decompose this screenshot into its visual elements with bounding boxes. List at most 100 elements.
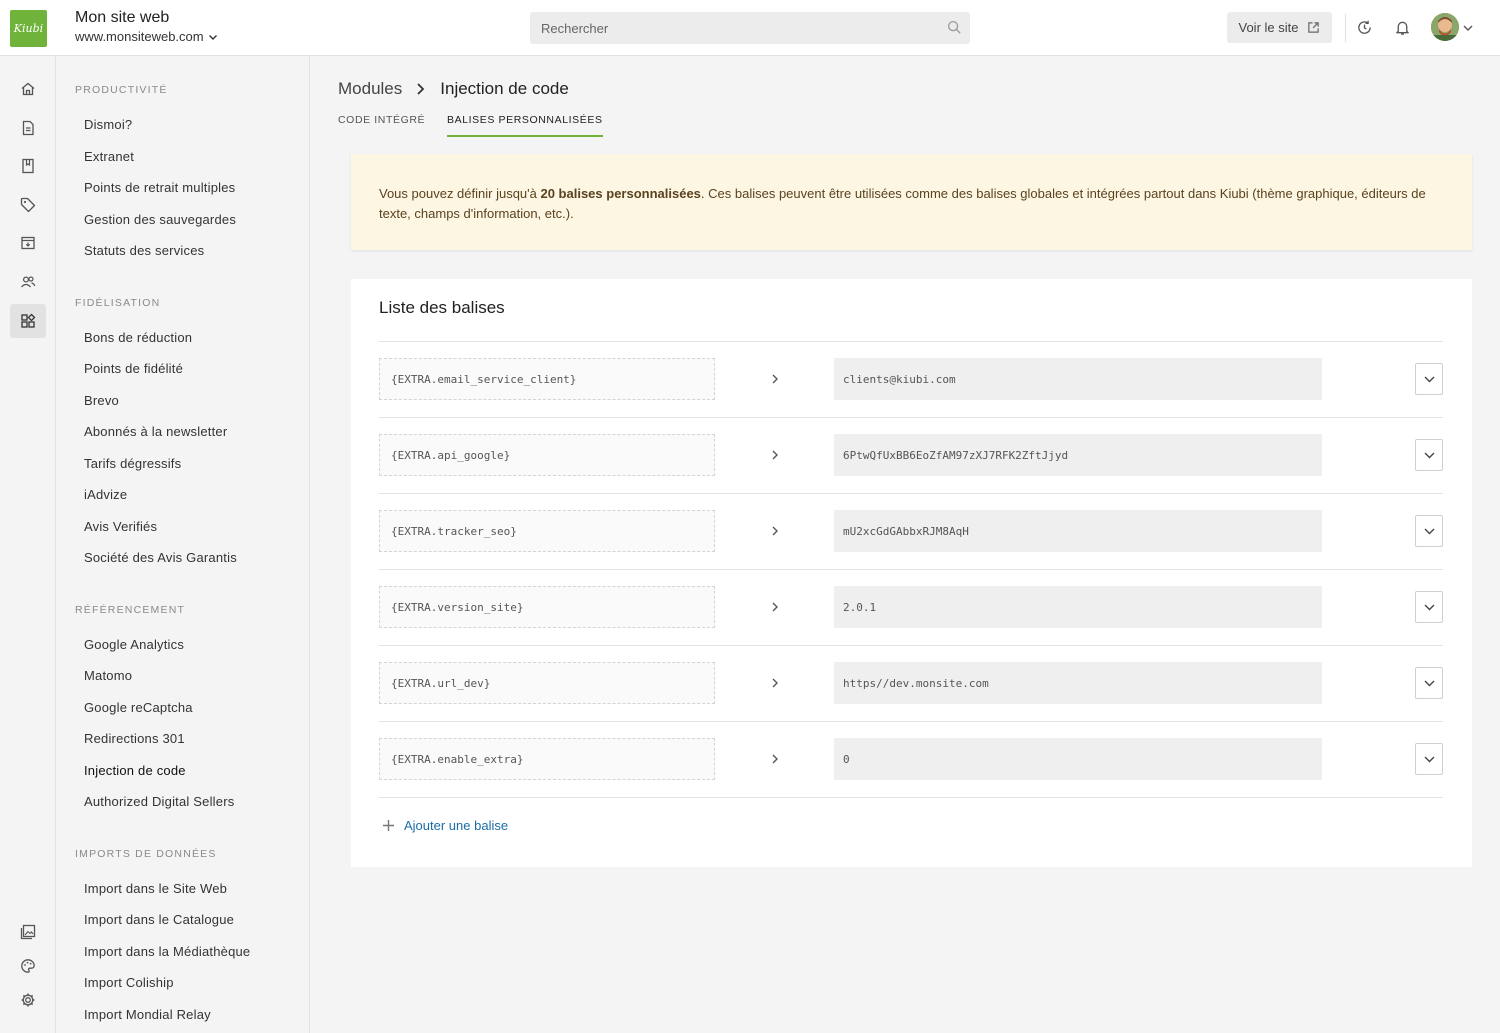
search-input[interactable] [530,12,970,44]
nav-item-bons-reduction[interactable]: Bons de réduction [84,330,192,345]
external-link-icon [1308,22,1320,33]
nav-section-imports: Imports de données [75,848,217,860]
info-notice: Vous pouvez définir jusqu'à 20 balises p… [351,154,1472,250]
plus-icon [383,820,394,831]
rail-modules[interactable] [10,304,46,338]
nav-item-matomo[interactable]: Matomo [84,668,132,683]
chevron-down-icon [1424,528,1434,534]
tag-options-button[interactable] [1415,515,1443,547]
rail-blog[interactable] [10,149,46,183]
nav-item-iadvize[interactable]: iAdvize [84,487,127,502]
nav-item-extranet[interactable]: Extranet [84,149,134,164]
main-content: Modules Injection de code Code intégré B… [310,56,1500,1033]
bell-icon[interactable] [1394,19,1411,36]
nav-item-newsletter[interactable]: Abonnés à la newsletter [84,424,227,439]
chevron-right-icon [772,374,778,384]
nav-item-points-fidelite[interactable]: Points de fidélité [84,361,183,376]
view-site-label: Voir le site [1238,20,1299,35]
nav-item-redirections[interactable]: Redirections 301 [84,731,185,746]
avatar-image [1431,13,1459,41]
page-title: Injection de code [440,79,569,98]
nav-section-productivite: Productivité [75,84,168,96]
tag-key-field[interactable]: {EXTRA.version_site} [379,586,715,628]
tag-key-field[interactable]: {EXTRA.api_google} [379,434,715,476]
rail-pages[interactable] [10,111,46,145]
breadcrumb-modules-link[interactable]: Modules [338,79,402,99]
rail-settings[interactable] [10,983,46,1017]
nav-item-brevo[interactable]: Brevo [84,393,119,408]
rail-theme[interactable] [10,949,46,983]
top-header: Kiubi Mon site web www.monsiteweb.com Vo… [0,0,1500,56]
tag-key-field[interactable]: {EXTRA.email_service_client} [379,358,715,400]
notice-text-before: Vous pouvez définir jusqu'à [379,186,541,201]
users-icon [21,276,36,288]
modules-icon [21,313,36,328]
chevron-right-icon [772,450,778,460]
chevron-down-icon [1424,680,1434,686]
nav-item-digital-sellers[interactable]: Authorized Digital Sellers [84,794,234,809]
nav-item-avis-verifies[interactable]: Avis Verifiés [84,519,157,534]
user-avatar[interactable] [1431,13,1459,41]
tag-key-field[interactable]: {EXTRA.tracker_seo} [379,510,715,552]
nav-item-google-analytics[interactable]: Google Analytics [84,637,184,652]
tag-options-button[interactable] [1415,439,1443,471]
chevron-right-icon [772,602,778,612]
nav-item-statuts[interactable]: Statuts des services [84,243,204,258]
chevron-right-icon [772,754,778,764]
nav-item-points-retrait[interactable]: Points de retrait multiples [84,180,235,195]
search-icon[interactable] [947,20,962,35]
nav-item-import-site[interactable]: Import dans le Site Web [84,881,227,896]
tag-row: {EXTRA.url_dev} https//dev.monsite.com [379,646,1443,722]
tab-balises-personnalisees[interactable]: Balises personnalisées [447,114,603,137]
chevron-down-icon [1424,376,1434,382]
nav-item-tarifs[interactable]: Tarifs dégressifs [84,456,181,471]
modules-nav-panel: Productivité Dismoi? Extranet Points de … [56,56,310,1033]
view-site-button[interactable]: Voir le site [1227,12,1332,43]
tag-value-field[interactable]: 6PtwQfUxBB6EoZfAM97zXJ7RFK2ZftJjyd [834,434,1322,476]
archive-icon [21,236,35,250]
user-menu-chevron-icon[interactable] [1463,24,1473,32]
nav-item-import-mondial-relay[interactable]: Import Mondial Relay [84,1007,211,1022]
nav-item-recaptcha[interactable]: Google reCaptcha [84,700,193,715]
card-title: Liste des balises [379,298,505,317]
tab-code-integre[interactable]: Code intégré [338,114,425,135]
rail-media[interactable] [10,915,46,949]
nav-item-sauvegardes[interactable]: Gestion des sauvegardes [84,212,236,227]
header-separator [1345,14,1346,42]
nav-item-injection-code[interactable]: Injection de code [84,763,186,778]
chevron-down-icon [1424,604,1434,610]
tag-options-button[interactable] [1415,363,1443,395]
tag-value-field[interactable]: clients@kiubi.com [834,358,1322,400]
rail-catalog[interactable] [10,188,46,222]
add-tag-label: Ajouter une balise [404,818,509,833]
rail-home[interactable] [10,72,46,106]
tag-value-field[interactable]: 2.0.1 [834,586,1322,628]
nav-item-avis-garantis[interactable]: Société des Avis Garantis [84,550,237,565]
chevron-down-icon [208,34,217,40]
nav-section-referencement: Référencement [75,604,186,616]
tag-options-button[interactable] [1415,591,1443,623]
divider [379,797,1443,798]
tag-row: {EXTRA.enable_extra} 0 [379,722,1443,798]
tag-key-field[interactable]: {EXTRA.enable_extra} [379,738,715,780]
nav-item-dismoi[interactable]: Dismoi? [84,117,132,132]
tag-value-field[interactable]: mU2xcGdGAbbxRJM8AqH [834,510,1322,552]
tag-options-button[interactable] [1415,667,1443,699]
site-url-switcher[interactable]: www.monsiteweb.com [75,29,218,44]
notice-text-bold: 20 balises personnalisées [540,186,701,201]
rail-customers[interactable] [10,265,46,299]
site-url: www.monsiteweb.com [75,29,204,44]
tag-options-button[interactable] [1415,743,1443,775]
tag-value-field[interactable]: 0 [834,738,1322,780]
nav-item-import-catalogue[interactable]: Import dans le Catalogue [84,912,234,927]
nav-item-import-mediatheque[interactable]: Import dans la Médiathèque [84,944,250,959]
tag-key-field[interactable]: {EXTRA.url_dev} [379,662,715,704]
tag-row: {EXTRA.api_google} 6PtwQfUxBB6EoZfAM97zX… [379,418,1443,494]
nav-item-import-coliship[interactable]: Import Coliship [84,975,174,990]
history-icon[interactable] [1356,19,1373,36]
add-tag-link[interactable]: Ajouter une balise [382,818,508,833]
document-icon [22,120,34,136]
rail-orders[interactable] [10,226,46,260]
kiubi-logo[interactable]: Kiubi [10,10,47,47]
tag-value-field[interactable]: https//dev.monsite.com [834,662,1322,704]
